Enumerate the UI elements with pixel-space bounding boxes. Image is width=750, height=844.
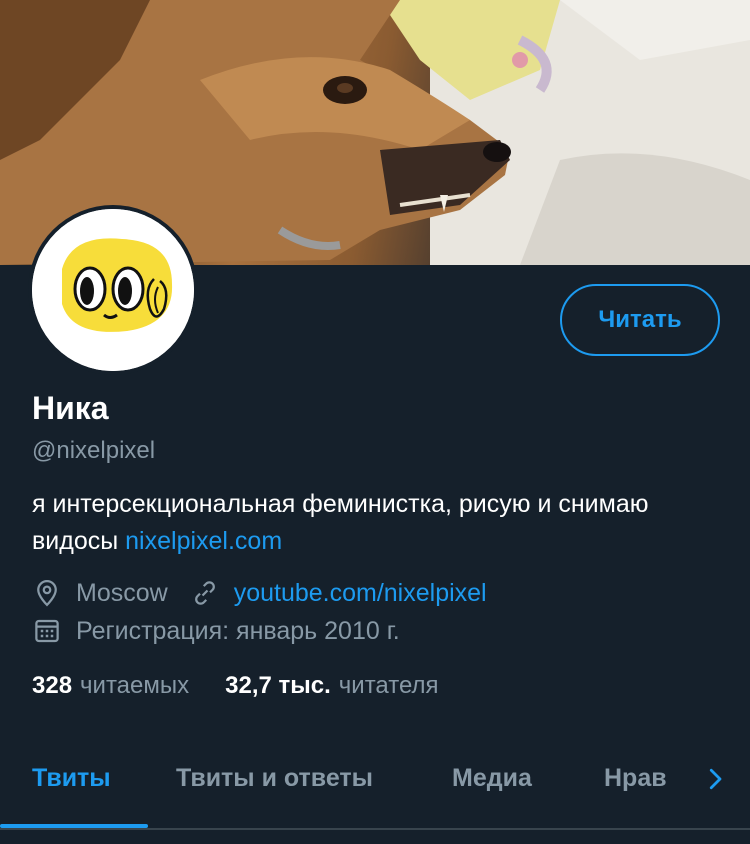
profile-website-link[interactable]: youtube.com/nixelpixel — [234, 579, 487, 608]
followers-stat[interactable]: 32,7 тыс. читателя — [225, 672, 438, 700]
profile-location: Moscow — [76, 578, 168, 607]
follow-button[interactable]: Читать — [560, 284, 720, 356]
following-label: читаемых — [80, 672, 190, 699]
profile-bio: я интерсекциональная феминистка, рисую и… — [32, 486, 722, 560]
chevron-right-icon[interactable] — [700, 764, 730, 794]
profile-joined-date: Регистрация: январь 2010 г. — [76, 616, 400, 645]
profile-name: Ника — [32, 390, 109, 426]
location-pin-icon — [32, 578, 62, 608]
following-stat[interactable]: 328 читаемых — [32, 672, 189, 700]
tab-tweets-and-replies[interactable]: Твиты и ответы — [176, 764, 373, 793]
profile-avatar[interactable] — [28, 205, 198, 375]
profile-meta-joined: Регистрация: январь 2010 г. — [32, 616, 400, 646]
link-icon — [190, 578, 220, 608]
tab-likes[interactable]: Нрав — [604, 764, 667, 793]
profile-page: Читать Ника @nixelpixel я интерсекционал… — [0, 0, 750, 844]
profile-stats: 328 читаемых 32,7 тыс. читателя — [32, 672, 439, 700]
calendar-icon — [32, 616, 62, 646]
avatar-image — [32, 209, 194, 371]
tabs-divider — [0, 828, 750, 830]
followers-label: читателя — [338, 672, 439, 699]
followers-count: 32,7 тыс. — [225, 672, 331, 699]
profile-tabs: Твиты Твиты и ответы Медиа Нрав — [0, 736, 750, 830]
profile-handle: @nixelpixel — [32, 437, 156, 464]
tab-media[interactable]: Медиа — [452, 764, 532, 793]
avatar-illustration — [32, 209, 194, 371]
following-count: 328 — [32, 672, 73, 699]
tab-tweets[interactable]: Твиты — [32, 764, 111, 793]
profile-meta-location-website: Moscow youtube.com/nixelpixel — [32, 578, 487, 608]
bio-link[interactable]: nixelpixel.com — [125, 527, 282, 555]
